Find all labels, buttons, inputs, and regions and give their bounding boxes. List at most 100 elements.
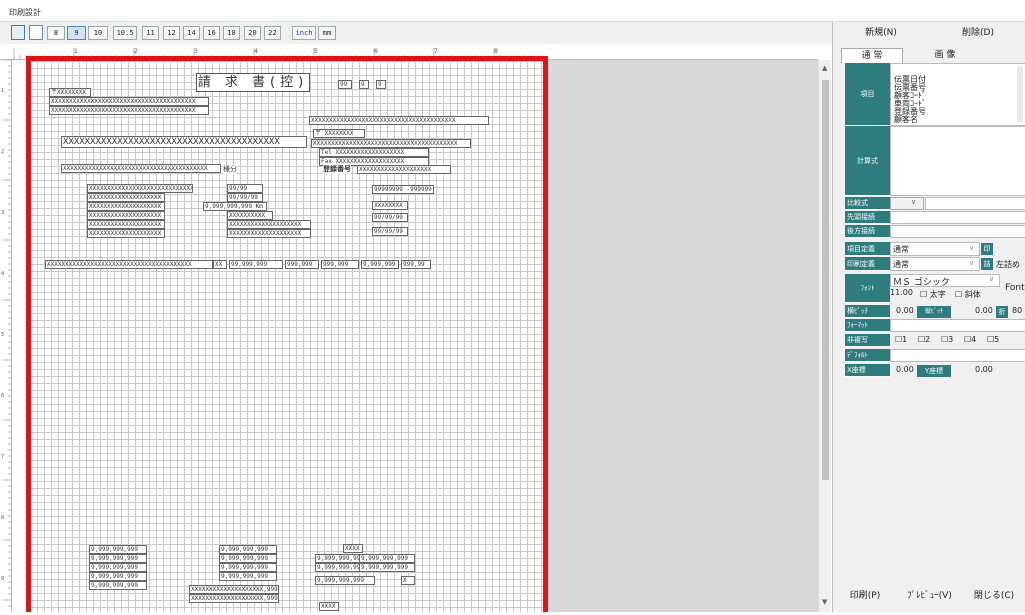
scroll-down-icon[interactable]: ▼ xyxy=(822,598,827,606)
tab-image[interactable]: 画 像 xyxy=(925,48,965,63)
layout-field[interactable]: XXXXXXXX xyxy=(372,201,408,210)
layout-field[interactable]: XXXXXXXXXXXXXXXXXXXX xyxy=(227,220,311,229)
font-size-button-9[interactable]: 9 xyxy=(67,26,86,40)
next-connection-field[interactable] xyxy=(890,225,1025,238)
font-size-button-12[interactable]: 12 xyxy=(163,26,180,40)
vertical-scrollbar[interactable]: ▲ ▼ xyxy=(818,60,831,612)
list-item[interactable]: 顧客名 xyxy=(894,116,918,124)
layout-field[interactable]: XXXXXXXXXXXXXXXXXXXXXXXXXXXXXXXXXXXXXXXX xyxy=(49,106,209,115)
layout-field[interactable]: 〒 XXXXXXXX xyxy=(313,129,365,138)
compare-field[interactable] xyxy=(925,197,1025,210)
tab-normal[interactable]: 通 常 xyxy=(841,48,903,63)
layout-field[interactable]: XXXXXXXXXXXXXXXXXXXX xyxy=(87,211,165,220)
layout-field[interactable]: 99/99/99 xyxy=(372,213,408,222)
layout-field[interactable]: XXXXXXXXXX xyxy=(227,211,273,220)
layout-field[interactable]: 9,999,999,999 xyxy=(219,545,277,554)
layout-field[interactable]: 9,999,999,999 xyxy=(89,545,147,554)
layout-field[interactable]: 9,999,999,999 xyxy=(219,563,277,572)
font-size-button-20[interactable]: 20 xyxy=(244,26,261,40)
invoice-title[interactable]: 請 求 書(控) xyxy=(196,73,310,92)
layout-field[interactable]: Tel XXXXXXXXXXXXXXXXXXX xyxy=(319,148,429,157)
italic-checkbox[interactable]: ☐ 斜体 xyxy=(955,289,981,300)
scroll-thumb[interactable] xyxy=(822,80,829,480)
print-button[interactable]: 印刷(P) xyxy=(833,582,897,610)
print-mark[interactable]: 印 xyxy=(981,243,993,255)
nonprint-checkbox-1[interactable]: ☐1 xyxy=(895,335,907,344)
layout-field[interactable]: XXXXXXXXXXXXXXXXXXXXXXXXXXXXX xyxy=(87,184,193,193)
font-size-button-18[interactable]: 18 xyxy=(223,26,240,40)
font-size-button-10[interactable]: 10 xyxy=(88,26,108,40)
font-size-button-10.5[interactable]: 10.5 xyxy=(113,26,137,40)
font-button[interactable]: Font xyxy=(1005,283,1025,293)
layout-field[interactable]: XXXXXXXXXXXXXXXXXXXX xyxy=(87,229,165,238)
layout-field[interactable]: 9,999,999,999 xyxy=(359,554,415,563)
layout-field[interactable]: 99/99 xyxy=(227,184,263,193)
font-size-button-11[interactable]: 11 xyxy=(142,26,159,40)
font-size-field[interactable]: 11.00 xyxy=(890,288,918,301)
layout-field[interactable]: XXXXXXXXXXXXXXXXXXXX,999 xyxy=(189,585,279,594)
print-layout-canvas[interactable]: 請 求 書(控) 99 9 9 〒XXXXXXXX XXXXXXXXXXXXXXXXXX… xyxy=(26,56,548,612)
layout-field[interactable]: XXXXXXXXXXXXXXXXXXXXXXXXXXXXXXXXXXXXXXXX xyxy=(309,116,489,125)
default-field[interactable] xyxy=(890,349,1025,362)
new-button[interactable]: 新規(N) xyxy=(833,22,929,44)
layout-field[interactable]: XXXXXXXXXXXXXXXXXXXX xyxy=(357,165,451,174)
prev-connection-field[interactable] xyxy=(890,211,1025,224)
delete-button[interactable]: 削除(D) xyxy=(930,22,1025,44)
layout-field[interactable]: 9,999,999,999 xyxy=(89,563,147,572)
layout-field[interactable]: XXXXXXXXXXXXXXXXXXXX xyxy=(227,229,311,238)
layout-field[interactable]: 99 xyxy=(338,80,352,89)
layout-field[interactable]: 9,999,999,999 xyxy=(89,554,147,563)
layout-field[interactable]: XXXXXXXXXXXXXXXXXXXXXXXXXXXXXXXXXXXXXXXX xyxy=(61,164,221,173)
format-field[interactable] xyxy=(890,319,1025,332)
nonprint-checkbox-3[interactable]: ☐3 xyxy=(941,335,953,344)
pitch-value[interactable]: 0.00 xyxy=(896,306,914,315)
layout-field[interactable]: 9,999,999,999 xyxy=(219,554,277,563)
layout-field[interactable]: XXXXXXXXXXXXXXXXXXXXXXXXXXXXXXXXXXXXXXXX xyxy=(311,139,471,148)
layout-field[interactable]: XXXXXXXXXXXXXXXXXXXX xyxy=(87,193,165,202)
layout-field[interactable]: XXXXXXXXXXXXXXXXXXXX xyxy=(87,220,165,229)
layout-field[interactable]: 9,999,999 xyxy=(361,260,399,269)
layout-field[interactable]: XXXXXXXXXXXXXXXXXXXXXXXXXXXXXXXXXXXXXXXX xyxy=(45,260,213,269)
fold-value[interactable]: 80 xyxy=(1012,306,1022,315)
nonprint-checkbox-4[interactable]: ☐4 xyxy=(964,335,976,344)
unit-inch-button[interactable]: inch xyxy=(292,26,316,40)
layout-field[interactable]: 9 xyxy=(359,80,369,89)
layout-field[interactable]: 999,99 xyxy=(401,260,431,269)
layout-field[interactable]: 9,999,999,999 xyxy=(359,563,415,572)
font-size-button-8[interactable]: 8 xyxy=(47,26,65,40)
font-size-button-14[interactable]: 14 xyxy=(183,26,200,40)
layout-field[interactable]: 9,999,999,999 xyxy=(89,581,147,590)
layout-field[interactable]: 9,999,999,999 xyxy=(219,572,277,581)
layout-field[interactable]: 99,999,999 xyxy=(229,260,283,269)
font-size-button-16[interactable]: 16 xyxy=(203,26,220,40)
x-coord-value[interactable]: 0.00 xyxy=(896,365,914,374)
vpitch-value[interactable]: 0.00 xyxy=(975,306,993,315)
scroll-up-icon[interactable]: ▲ xyxy=(822,64,827,72)
layout-field[interactable]: 999,999 xyxy=(285,260,319,269)
item-list[interactable]: 伝票日付 伝票番号 顧客ｺｰﾄﾞ 車両ｺｰﾄﾞ 登録番号 顧客名 xyxy=(890,63,1025,126)
grid-icon[interactable] xyxy=(29,25,43,40)
font-select[interactable]: ＭＳ ゴシック ∨ xyxy=(890,274,1000,287)
layout-field[interactable]: X xyxy=(401,576,415,585)
formula-field[interactable] xyxy=(890,126,1025,196)
layout-field[interactable]: XXXXXXXXXXXXXXXXXXXX xyxy=(87,202,165,211)
item-def-select[interactable]: 通常 ∨ xyxy=(890,242,980,256)
layout-field[interactable]: 99999999 -999999 xyxy=(372,185,434,194)
layout-field[interactable]: XXXXXXXXXXXXXXXXXXXXXXXXXXXXXXXXXXXXXXXX xyxy=(61,136,307,148)
layout-field[interactable]: 99/99/99 xyxy=(227,193,263,202)
layout-field[interactable]: 99/99/99 xyxy=(372,227,408,236)
align-mark[interactable]: 詰 xyxy=(981,258,993,270)
preview-button[interactable]: ﾌﾟﾚﾋﾞｭｰ(V) xyxy=(897,582,962,610)
layout-field[interactable]: XXXXXXXXXXXXXXXXXXXX,999 xyxy=(189,594,279,603)
layout-icon[interactable] xyxy=(11,25,25,40)
layout-field[interactable]: XX xyxy=(213,260,227,269)
compare-dropdown[interactable]: ∨ xyxy=(890,197,924,210)
close-button[interactable]: 閉じる(C) xyxy=(962,582,1025,610)
nonprint-checkbox-2[interactable]: ☐2 xyxy=(918,335,930,344)
font-size-button-22[interactable]: 22 xyxy=(264,26,281,40)
layout-field[interactable]: 9,999,999,999 Km xyxy=(203,202,267,211)
nonprint-checkbox-5[interactable]: ☐5 xyxy=(987,335,999,344)
layout-field[interactable]: 9 xyxy=(376,80,386,89)
unit-mm-button[interactable]: mm xyxy=(318,26,336,40)
layout-field[interactable]: XXXXXXXXXXXXXXXXXXXXXXXXXXXXXXXXXXXXXXXX xyxy=(49,97,209,106)
